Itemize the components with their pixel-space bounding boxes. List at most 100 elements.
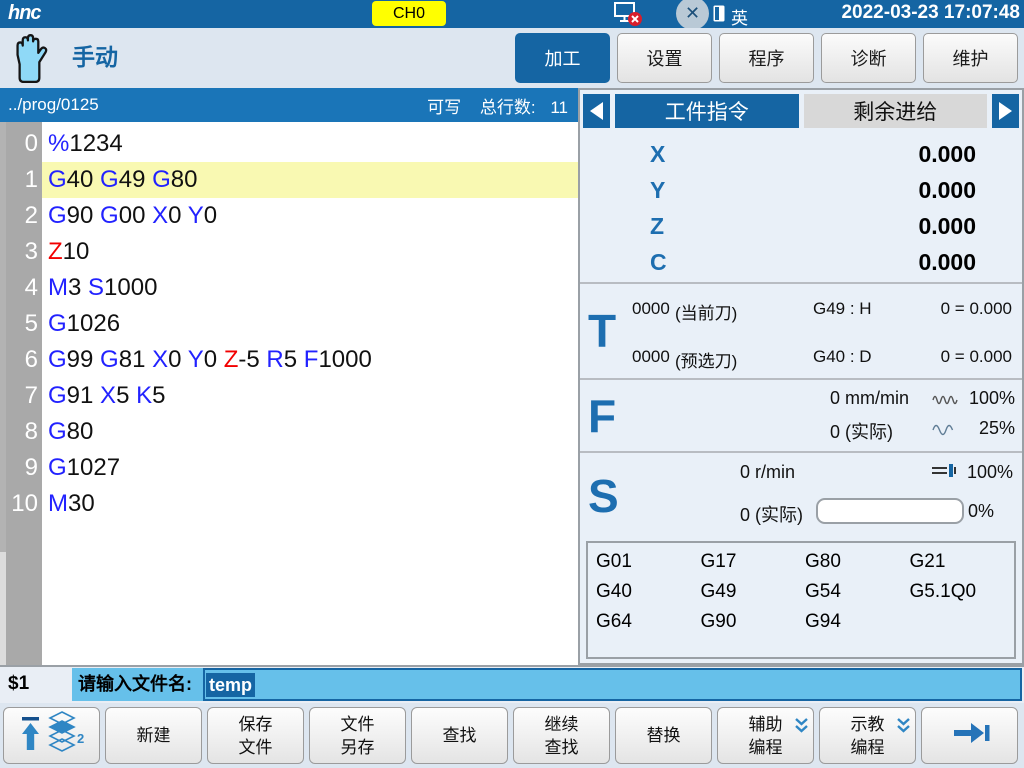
mode-label: 手动 [72, 28, 118, 86]
command-bar: $1 请输入文件名: temp [0, 665, 1024, 703]
program-line[interactable]: 1G40 G49 G80 [0, 162, 578, 198]
goto-end-arrow-icon [949, 721, 991, 751]
line-code: G40 G49 G80 [42, 162, 578, 198]
language-indicator[interactable]: 英 [731, 4, 748, 29]
save-file-button[interactable]: 保存文件 [207, 707, 304, 764]
axis-name: Y [650, 172, 665, 208]
prev-view-button[interactable] [583, 94, 610, 128]
axis-value: 0.000 [918, 172, 976, 208]
line-number: 3 [0, 234, 38, 270]
return-layer-button[interactable]: 2 [3, 707, 100, 764]
replace-button[interactable]: 替换 [615, 707, 712, 764]
tab-diagnosis[interactable]: 诊断 [821, 33, 916, 83]
program-line[interactable]: 8G80 [0, 414, 578, 450]
softkey-label: 文件 [239, 736, 273, 759]
left-arrow-icon [590, 102, 603, 120]
feed-override-percent: 100% [969, 388, 1015, 409]
program-line[interactable]: 2G90 G00 X0 Y0 [0, 198, 578, 234]
next-view-button[interactable] [992, 94, 1019, 128]
modal-gcode-table: G01G17G80G21G40G49G54G5.1Q0G64G90G94 [586, 541, 1016, 659]
spindle-load-bar [816, 498, 964, 524]
axis-value: 0.000 [918, 136, 976, 172]
find-button[interactable]: 查找 [411, 707, 508, 764]
filename-input[interactable]: temp [203, 668, 1022, 701]
softkey-label: 替换 [647, 724, 681, 747]
channel-label: $1 [8, 667, 29, 701]
hnc-controller-screen: hnc CH0 ✕ 英 2022-03-23 17:07:48 手动 加工 设置… [0, 0, 1024, 768]
program-header: ../prog/0125 可写 总行数: 11 [0, 88, 578, 122]
axis-row: Y 0.000 [580, 172, 1022, 208]
tab-settings[interactable]: 设置 [617, 33, 712, 83]
program-line[interactable]: 6G99 G81 X0 Y0 Z-5 R5 F1000 [0, 342, 578, 378]
line-number: 10 [0, 486, 38, 522]
softkey-label: 继续 [545, 713, 579, 736]
gcode-cell: G54 [805, 581, 910, 611]
softkey-buttons: 2 新建 保存文件 文件另存 查找 继续查找 替换 [3, 707, 1018, 764]
manual-book-icon [713, 5, 725, 27]
gcode-cell: G17 [701, 551, 806, 581]
line-code: G91 X5 K5 [42, 378, 578, 414]
close-session-icon[interactable]: ✕ [676, 0, 709, 30]
axis-name: X [650, 136, 665, 172]
next-menu-button[interactable] [921, 707, 1018, 764]
tab-program[interactable]: 程序 [719, 33, 814, 83]
axis-value: 0.000 [918, 208, 976, 244]
softkey-label: 编程 [749, 736, 783, 759]
spindle-load-percent: 0% [968, 501, 994, 522]
current-tool-number: 0000 [632, 299, 670, 319]
spindle-actual-value: 0 (实际) [740, 501, 803, 527]
filename-input-value: temp [206, 673, 255, 697]
feed-section: F 0 mm/min 100% 0 (实际) 25% [580, 378, 1022, 451]
axis-row: X 0.000 [580, 136, 1022, 172]
feed-command-value: 0 mm/min [830, 388, 909, 409]
current-tool-row: 0000 (当前刀) G49 : H 0 = 0.000 [580, 299, 1022, 321]
find-next-button[interactable]: 继续查找 [513, 707, 610, 764]
line-code: G1027 [42, 450, 578, 486]
line-number: 1 [0, 162, 38, 198]
jog-override-icon [932, 421, 960, 442]
program-line[interactable]: 9G1027 [0, 450, 578, 486]
line-code: G99 G81 X0 Y0 Z-5 R5 F1000 [42, 342, 578, 378]
program-line[interactable]: 7G91 X5 K5 [0, 378, 578, 414]
gcode-cell: G94 [805, 611, 910, 641]
softkey-label: 新建 [137, 724, 171, 747]
status-panel: 工件指令 剩余进给 X 0.000 Y 0.000 Z 0.000 C [578, 88, 1024, 665]
tab-workpiece-command[interactable]: 工件指令 [615, 94, 799, 128]
axes-positions: X 0.000 Y 0.000 Z 0.000 C 0.000 [580, 128, 1022, 282]
program-line[interactable]: 3Z10 [0, 234, 578, 270]
tab-remaining-feed[interactable]: 剩余进给 [804, 94, 988, 128]
spindle-command-value: 0 r/min [740, 462, 795, 483]
line-code: G80 [42, 414, 578, 450]
spindle-override-icon [930, 462, 960, 484]
tab-maintenance[interactable]: 维护 [923, 33, 1018, 83]
line-number: 4 [0, 270, 38, 306]
program-line[interactable]: 10M30 [0, 486, 578, 522]
h-compensation-code: G49 : H [813, 299, 872, 319]
gcode-cell: G90 [701, 611, 806, 641]
tab-machining[interactable]: 加工 [515, 33, 610, 83]
main-area: ../prog/0125 可写 总行数: 11 0%12341G40 G49 G… [0, 88, 1024, 665]
program-line[interactable]: 4M3 S1000 [0, 270, 578, 306]
program-line[interactable]: 5G1026 [0, 306, 578, 342]
total-lines-label: 总行数: [480, 98, 536, 117]
line-code: G1026 [42, 306, 578, 342]
program-body: 0%12341G40 G49 G802G90 G00 X0 Y03Z104M3 … [0, 122, 578, 665]
teach-programming-button[interactable]: 示教编程 [819, 707, 916, 764]
program-line[interactable]: 0%1234 [0, 126, 578, 162]
feed-actual-row: 0 (实际) 25% [580, 418, 1022, 442]
axis-row: C 0.000 [580, 244, 1022, 280]
tool-section: T 0000 (当前刀) G49 : H 0 = 0.000 0000 (预选刀… [580, 282, 1022, 378]
line-number: 9 [0, 450, 38, 486]
softkey-label: 编程 [851, 736, 885, 759]
line-code: Z10 [42, 234, 578, 270]
save-as-button[interactable]: 文件另存 [309, 707, 406, 764]
gcode-cell: G64 [596, 611, 701, 641]
axis-name: Z [650, 208, 664, 244]
line-number: 0 [0, 126, 38, 162]
spindle-actual-row: 0 (实际) 0% [580, 501, 1022, 525]
axis-value: 0.000 [918, 244, 976, 280]
status-tabs: 工件指令 剩余进给 [580, 90, 1022, 128]
aux-programming-button[interactable]: 辅助编程 [717, 707, 814, 764]
spindle-override-percent: 100% [967, 462, 1013, 483]
new-file-button[interactable]: 新建 [105, 707, 202, 764]
